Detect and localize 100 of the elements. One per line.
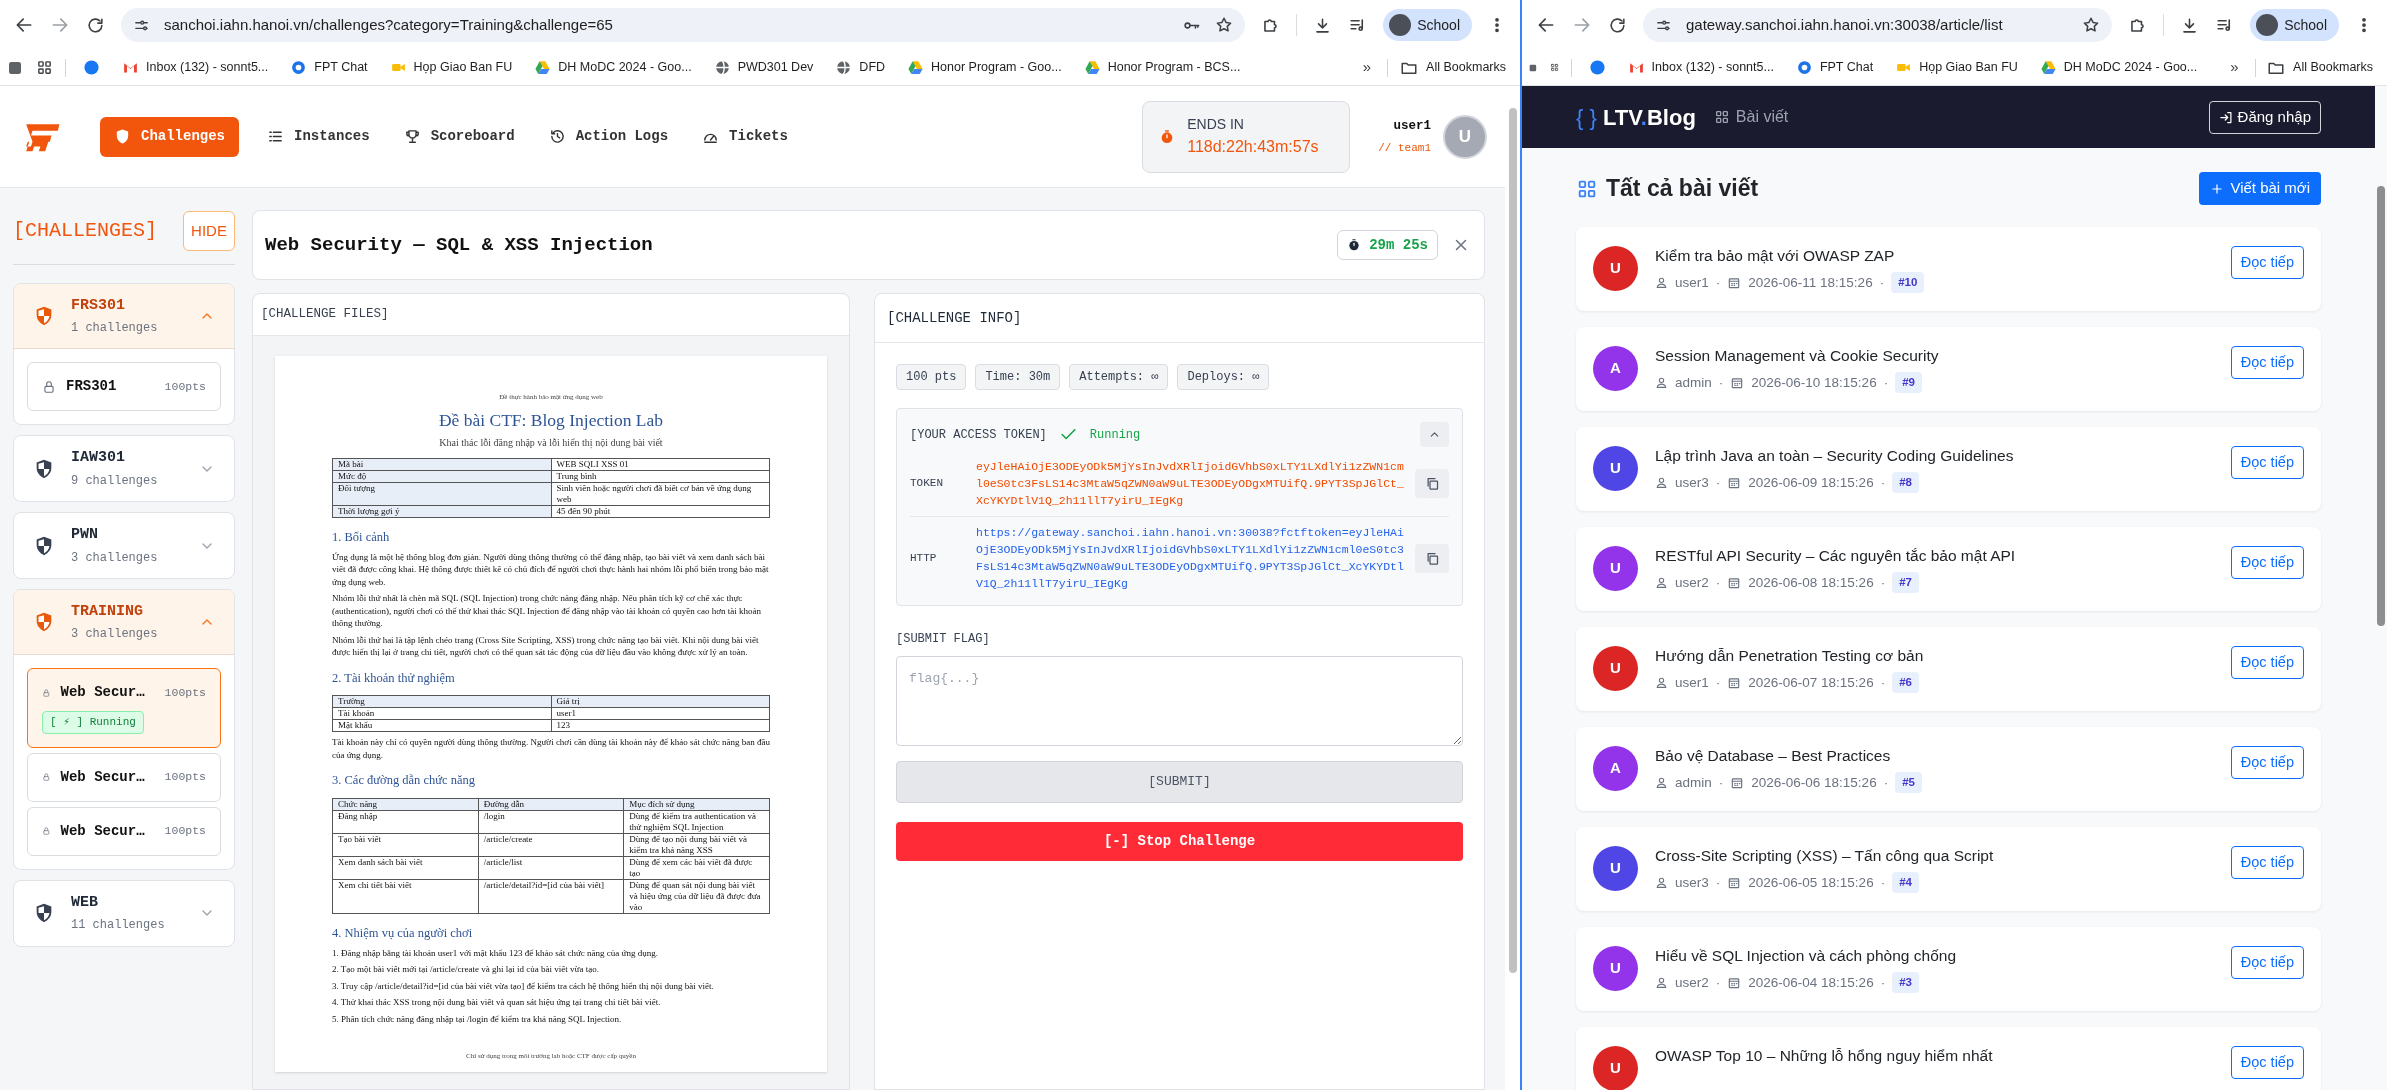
read-more-button[interactable]: Đọc tiếp (2230, 246, 2304, 279)
bookmark[interactable]: Inbox (132) - sonnt5... (1622, 53, 1779, 82)
more-bookmarks-button[interactable]: » (1358, 56, 1376, 79)
category-header[interactable]: IAW301 9 challenges (14, 436, 234, 501)
triangle-logo-icon (907, 59, 925, 76)
category-header[interactable]: FRS301 1 challenges (14, 284, 234, 349)
challenge-item[interactable]: FRS301 100pts (27, 362, 221, 411)
grid-icon (1713, 109, 1730, 125)
category-header[interactable]: TRAINING 3 challenges (14, 590, 234, 655)
stop-challenge-button[interactable]: [-] Stop Challenge (896, 822, 1463, 861)
calendar-icon (1727, 575, 1742, 590)
challenge-item[interactable]: Web Secur… 100pts (27, 752, 221, 802)
bookmark[interactable]: PWD301 Dev (708, 53, 819, 82)
author-avatar: U (1593, 246, 1638, 291)
field-label: TOKEN (910, 476, 944, 492)
article-title[interactable]: Lập trình Java an toàn – Security Coding Guidelines (1655, 446, 2214, 466)
access-link[interactable]: https://gateway.sanchoi.iahn.hanoi.vn:30038?fctftoken=eyJleHAiOjE3ODEyODk5MjYsInJvdXRlIjoidGVhbS0xLTY1LXdlYi1zZWN1cml0eS0tc3FsLS14c3MtaW5qZWN0aW9uLTE3ODEyODgxMTUifQ.9PYT3SpJGlCt_XcYKYDtlV1Q_2h11llT7yirU_IEgKg (976, 524, 1407, 592)
copy-button[interactable] (1415, 543, 1449, 573)
bookmark[interactable]: FPT Chat (1790, 53, 1879, 82)
article-author: user3 (1675, 873, 1709, 892)
article-date: 2026-06-09 18:15:26 (1748, 473, 1874, 492)
table-cell: Dùng để quan sát nội dung bài viết và hiệu ứng của dữ liệu đã được đưa vào (623, 879, 770, 914)
user-icon (1655, 576, 1668, 590)
back-icon[interactable] (14, 15, 34, 35)
triangle-logo-icon (534, 59, 552, 76)
nav-tab[interactable]: Scoreboard (397, 116, 521, 157)
address-bar[interactable]: sanchoi.iahn.hanoi.vn/challenges?category=Training&challenge=65 (121, 8, 1246, 42)
article-title[interactable]: Hướng dẫn Penetration Testing cơ bản (1655, 646, 2214, 666)
all-bookmarks-button[interactable]: All Bookmarks (1400, 58, 1514, 77)
scroll-thumb[interactable] (1508, 108, 1517, 973)
submit-button[interactable]: [SUBMIT] (896, 761, 1463, 803)
read-more-button[interactable]: Đọc tiếp (2230, 546, 2304, 579)
more-bookmarks-button[interactable]: » (2226, 56, 2243, 79)
category-header[interactable]: WEB 11 challenges (14, 880, 234, 946)
copy-button[interactable] (1415, 469, 1449, 498)
nav-tab[interactable]: Action Logs (542, 116, 675, 157)
article-title[interactable]: RESTful API Security – Các nguyên tắc bảo mật API (1655, 546, 2214, 566)
apps-icon[interactable] (36, 59, 53, 76)
author-avatar: U (1593, 946, 1638, 991)
blog-logo[interactable]: { } LTV.Blog (1576, 100, 1696, 134)
category-header[interactable]: PWN 3 challenges (14, 513, 234, 578)
separator: · (1718, 773, 1724, 792)
reload-icon[interactable] (1608, 15, 1627, 35)
read-more-button[interactable]: Đọc tiếp (2230, 346, 2304, 379)
section-heading: 1. Bối cảnh (332, 528, 391, 546)
bookmark[interactable]: DH MoDC 2024 - Goo... (2034, 53, 2203, 82)
scroll-thumb[interactable] (2377, 186, 2385, 626)
table-cell: Sinh viên hoặc người chơi đã biết cơ bản về ứng dụng web (551, 482, 770, 506)
article-date: 2026-06-06 18:15:26 (1751, 773, 1877, 792)
article-title[interactable]: Hiểu về SQL Injection và cách phòng chống (1655, 946, 2214, 966)
forward-icon[interactable] (50, 15, 70, 35)
flag-label: [SUBMIT FLAG] (896, 631, 991, 648)
article-author: user3 (1675, 473, 1709, 492)
info-chip: Attempts: ∞ (1069, 364, 1169, 390)
separator: · (1715, 473, 1721, 492)
challenge-item[interactable]: Web Secur… 100pts [ ⚡ ] Running (27, 668, 221, 748)
bookmark[interactable]: DH MoDC 2024 - Goo... (529, 53, 697, 82)
table-cell: Dùng để tạo nội dung bài viết và kiểm tra khả năng XSS (623, 833, 770, 857)
article-title[interactable]: Kiểm tra bảo mật với OWASP ZAP (1655, 246, 2214, 266)
info-chip: 100 pts (896, 364, 967, 390)
article-title[interactable]: Bảo vệ Database – Best Practices (1655, 746, 2214, 766)
copy-icon (1424, 550, 1440, 566)
bookmark[interactable]: Honor Program - BCS... (1078, 53, 1246, 82)
nav-tab[interactable]: Instances (261, 116, 376, 157)
flag-input[interactable]: flag{...} (896, 656, 1463, 746)
all-bookmarks-button[interactable]: All Bookmarks (2267, 58, 2381, 77)
article-title[interactable]: Session Management và Cookie Security (1655, 346, 2214, 366)
read-more-button[interactable]: Đọc tiếp (2230, 446, 2304, 479)
author-avatar: U (1593, 446, 1638, 491)
paragraph: 1. Đăng nhập bằng tài khoản user1 với mật khẩu 123 để khảo sát chức năng của ứng dụng. (332, 946, 659, 960)
article-title[interactable]: OWASP Top 10 – Những lỗ hổng nguy hiểm nhất (1655, 1046, 2214, 1066)
bookmark[interactable]: Họp Giao Ban FU (384, 53, 518, 82)
article-title[interactable]: Cross-Site Scripting (XSS) – Tấn công qua Script (1655, 846, 2214, 866)
token-value: eyJleHAiOjE3ODEyODk5MjYsInJvdXRlIjoidGVhbS0xLTY1LXdlYi1zZWN1cml0eS0tc3FsLS14c3MtaW5qZWN0aW9uLTE3ODEyODgxMTUifQ.9PYT3SpJGlCt_XcYKYDtlV1Q_2h11llT7yirU_IEgKg (976, 459, 1405, 509)
address-bar[interactable]: gateway.sanchoi.iahn.hanoi.vn:30038/article/list (1643, 8, 2113, 42)
profile-button[interactable]: School (1383, 9, 1472, 41)
back-icon[interactable] (1536, 15, 1556, 35)
nav-link[interactable]: Bài viết (1713, 105, 1789, 129)
profile-button[interactable]: School (2250, 9, 2339, 41)
reload-icon[interactable] (86, 15, 105, 35)
challenge-item[interactable]: Web Secur… 100pts (27, 806, 221, 856)
login-button[interactable]: Đăng nhập (2208, 100, 2321, 134)
forward-icon[interactable] (1572, 15, 1592, 35)
bookmark[interactable]: Inbox (132) - sonnt5... (117, 53, 274, 82)
star-icon[interactable] (1215, 16, 1234, 34)
read-more-button[interactable]: Đọc tiếp (2230, 646, 2304, 679)
read-more-button[interactable]: Đọc tiếp (2230, 1046, 2304, 1079)
nav-tab[interactable]: Tickets (696, 116, 794, 157)
bookmark[interactable]: DFD (830, 53, 891, 82)
countdown-label: ENDS IN (1187, 115, 1245, 134)
bookmark[interactable]: FPT Chat (285, 53, 373, 82)
bookmark[interactable]: Honor Program - Goo... (902, 53, 1067, 82)
new-post-button[interactable]: Viết bài mới (2199, 172, 2321, 205)
read-more-button[interactable]: Đọc tiếp (2230, 846, 2304, 879)
read-more-button[interactable]: Đọc tiếp (2230, 746, 2304, 779)
star-icon[interactable] (2082, 16, 2101, 34)
separator: · (1879, 273, 1885, 292)
bookmark[interactable]: Họp Giao Ban FU (1890, 53, 2023, 82)
section-heading: 3. Các đường dẫn chức năng (332, 772, 477, 790)
read-more-button[interactable]: Đọc tiếp (2230, 946, 2304, 979)
